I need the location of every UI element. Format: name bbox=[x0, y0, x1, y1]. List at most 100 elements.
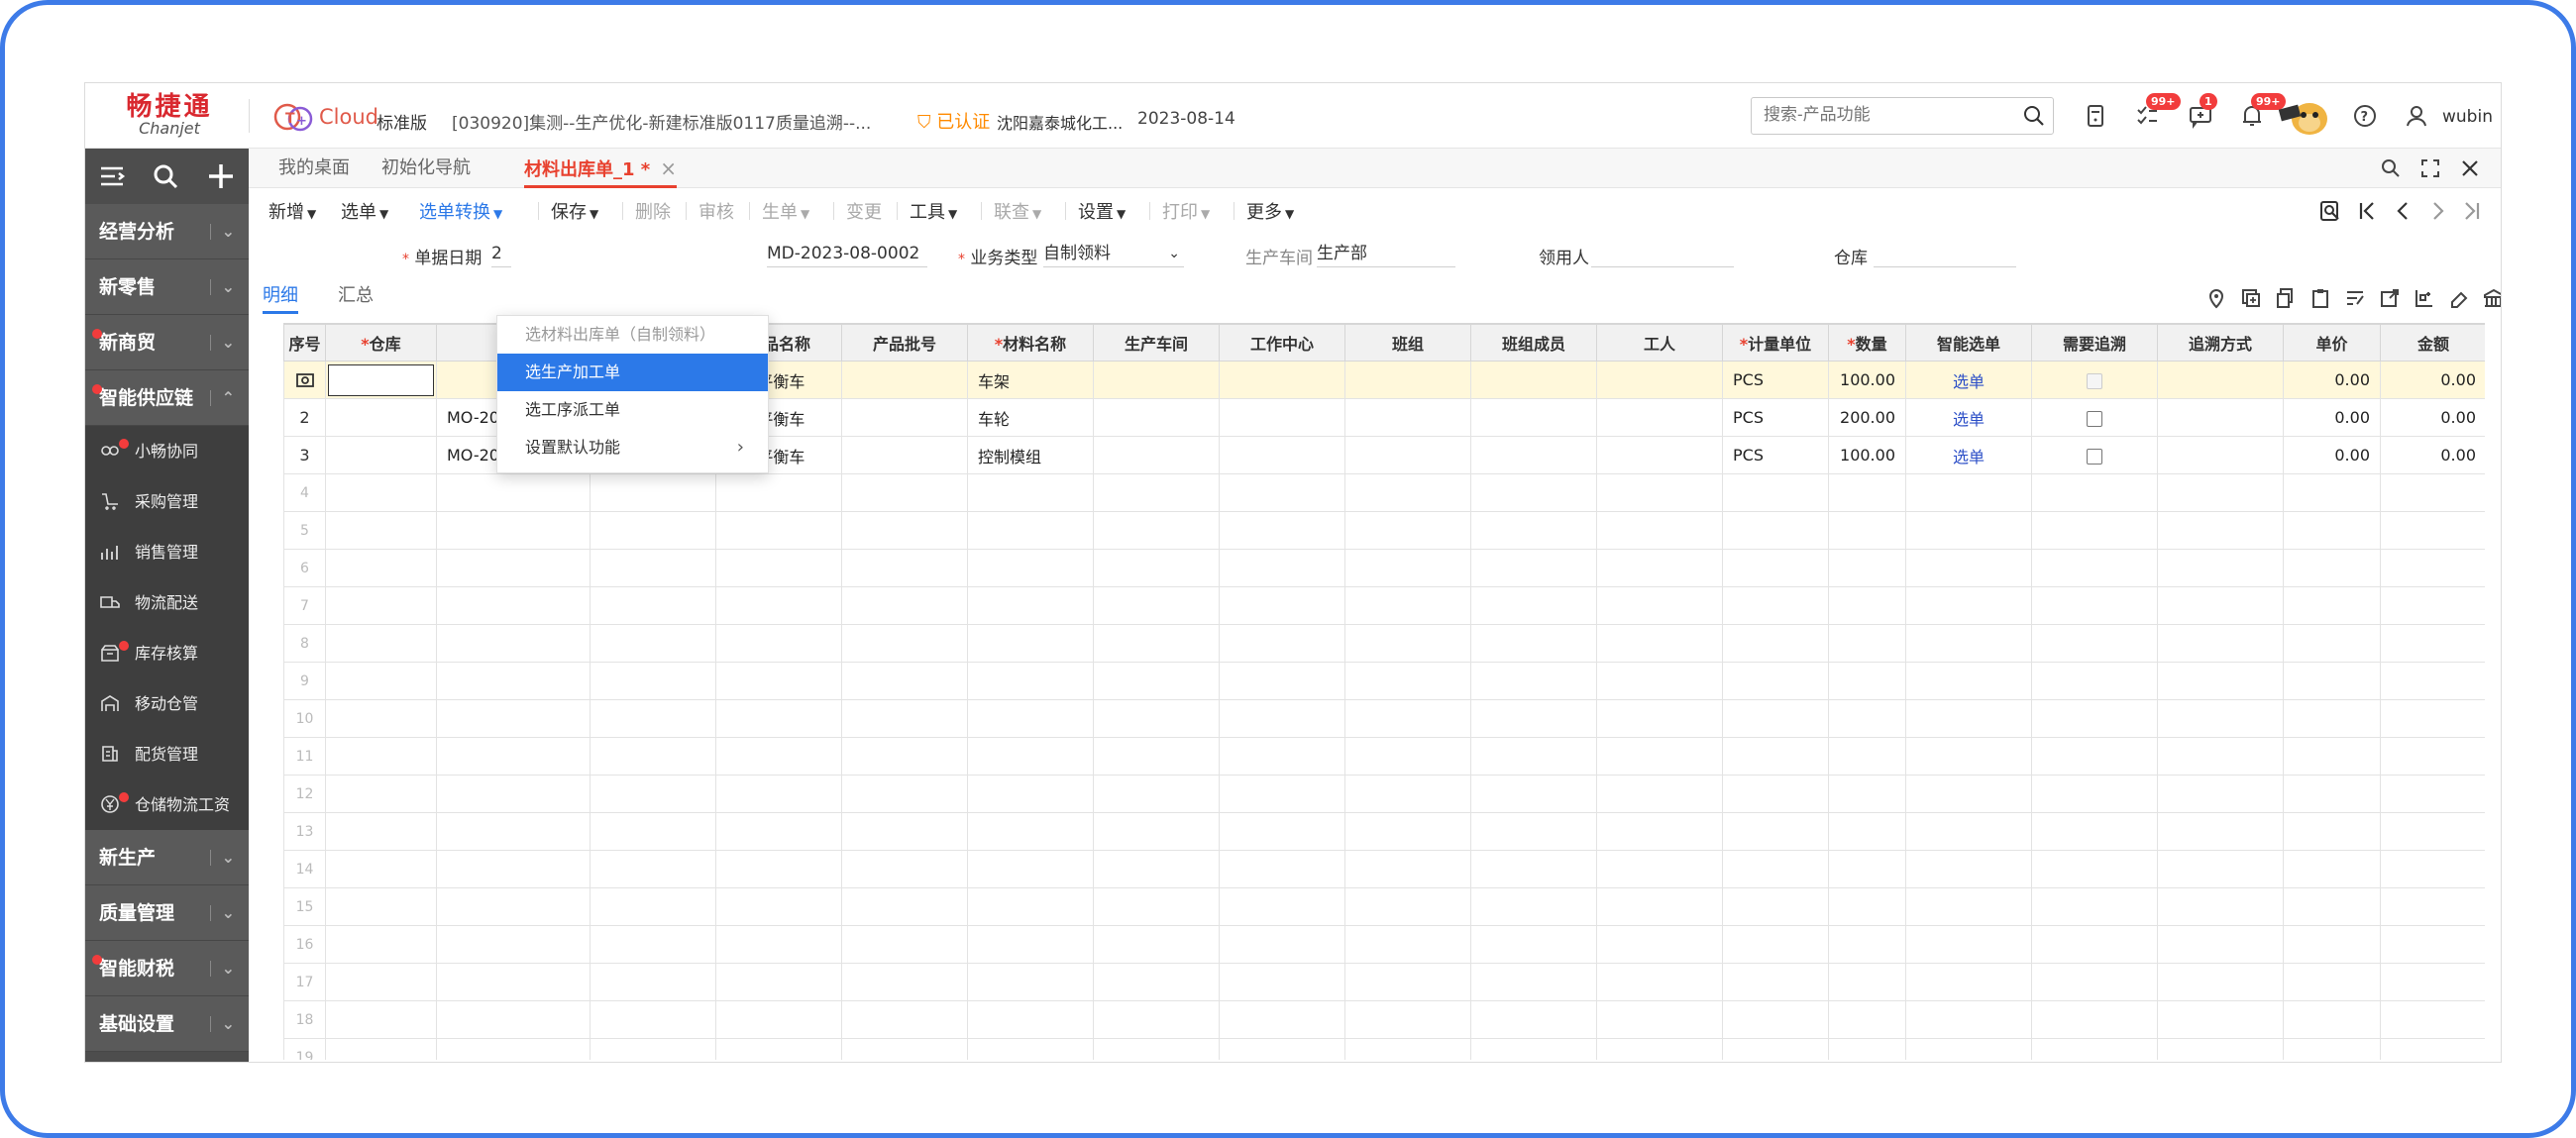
sidebar-item[interactable]: 智能财税 ⌄ bbox=[85, 941, 249, 996]
grid-cell[interactable] bbox=[841, 1038, 968, 1060]
grid-cell[interactable] bbox=[1828, 887, 1906, 926]
grid-cell[interactable] bbox=[590, 887, 716, 926]
table-row[interactable]: 5 bbox=[283, 511, 2485, 550]
grid-cell[interactable] bbox=[2157, 511, 2284, 550]
change-button[interactable]: 变更 bbox=[846, 198, 882, 224]
grid-cell[interactable] bbox=[1219, 963, 1345, 1001]
grid-cell[interactable] bbox=[2283, 812, 2381, 851]
grid-cell[interactable] bbox=[967, 473, 1094, 512]
grid-cell[interactable] bbox=[1905, 1038, 2032, 1060]
grid-cell[interactable] bbox=[436, 887, 590, 926]
grid-cell[interactable] bbox=[841, 662, 968, 700]
new-button[interactable]: 新增 ▼ bbox=[268, 198, 316, 224]
grid-cell[interactable] bbox=[1470, 662, 1597, 700]
table-row[interactable]: 14 bbox=[283, 850, 2485, 888]
grid-cell[interactable] bbox=[1596, 850, 1723, 888]
grid-cell[interactable] bbox=[841, 963, 968, 1001]
grid-cell[interactable] bbox=[967, 549, 1094, 587]
grid-cell[interactable] bbox=[1722, 511, 1829, 550]
grid-cell[interactable] bbox=[2380, 737, 2485, 776]
grid-cell[interactable] bbox=[715, 963, 842, 1001]
menu-item-set-default[interactable]: 设置默认功能 › bbox=[497, 429, 768, 466]
grid-cell[interactable] bbox=[436, 473, 590, 512]
grid-cell[interactable] bbox=[1219, 887, 1345, 926]
grid-cell[interactable] bbox=[1828, 1038, 1906, 1060]
column-header[interactable]: 追溯方式 bbox=[2157, 324, 2284, 362]
grid-cell[interactable] bbox=[590, 473, 716, 512]
grid-cell[interactable] bbox=[325, 963, 437, 1001]
grid-cell[interactable] bbox=[1470, 887, 1597, 926]
grid-cell[interactable] bbox=[715, 850, 842, 888]
filter-icon[interactable] bbox=[2344, 287, 2366, 309]
grid-cell[interactable] bbox=[841, 1000, 968, 1039]
grid-cell[interactable] bbox=[1596, 662, 1723, 700]
sidebar-item[interactable]: 质量管理 ⌄ bbox=[85, 885, 249, 941]
trace-checkbox-cell[interactable] bbox=[2031, 436, 2158, 474]
grid-cell[interactable] bbox=[590, 699, 716, 738]
grid-cell[interactable] bbox=[590, 586, 716, 625]
grid-cell[interactable] bbox=[325, 549, 437, 587]
grid-cell[interactable] bbox=[2157, 1038, 2284, 1060]
grid-cell[interactable] bbox=[325, 473, 437, 512]
grid-cell[interactable] bbox=[1596, 887, 1723, 926]
trace-checkbox[interactable] bbox=[2087, 410, 2102, 427]
grid-cell[interactable] bbox=[1219, 511, 1345, 550]
grid-cell[interactable] bbox=[2380, 775, 2485, 813]
column-header[interactable]: 工作中心 bbox=[1219, 324, 1345, 362]
grid-cell[interactable] bbox=[1470, 963, 1597, 1001]
grid-cell[interactable] bbox=[967, 925, 1094, 964]
grid-cell[interactable] bbox=[2031, 662, 2158, 700]
grid-cell[interactable] bbox=[1344, 1000, 1471, 1039]
grid-cell[interactable] bbox=[715, 549, 842, 587]
grid-cell[interactable] bbox=[2380, 549, 2485, 587]
grid-cell[interactable] bbox=[1828, 624, 1906, 663]
trace-checkbox[interactable] bbox=[2087, 372, 2102, 389]
fullscreen-icon[interactable] bbox=[2418, 156, 2442, 180]
grid-cell[interactable] bbox=[325, 662, 437, 700]
grid-cell[interactable] bbox=[2283, 549, 2381, 587]
grid-cell[interactable] bbox=[1828, 549, 1906, 587]
grid-cell[interactable] bbox=[2157, 887, 2284, 926]
row-number[interactable]: 5 bbox=[283, 511, 326, 550]
grid-cell[interactable] bbox=[2031, 624, 2158, 663]
grid-cell[interactable] bbox=[1905, 887, 2032, 926]
smart-pick-link[interactable]: 选单 bbox=[1905, 361, 2032, 399]
grid-cell[interactable] bbox=[2380, 850, 2485, 888]
grid-cell[interactable] bbox=[1470, 398, 1597, 437]
settings-button[interactable]: 设置 ▼ bbox=[1078, 198, 1126, 224]
grid-cell[interactable] bbox=[325, 624, 437, 663]
grid-cell[interactable] bbox=[590, 662, 716, 700]
grid-cell[interactable] bbox=[2157, 1000, 2284, 1039]
grid-cell[interactable] bbox=[2157, 473, 2284, 512]
grid-cell[interactable] bbox=[1219, 624, 1345, 663]
product-batch-cell[interactable] bbox=[841, 436, 968, 474]
grid-cell[interactable] bbox=[325, 1038, 437, 1060]
grid-cell[interactable] bbox=[2283, 850, 2381, 888]
grid-cell[interactable] bbox=[2157, 662, 2284, 700]
grid-cell[interactable] bbox=[436, 925, 590, 964]
grid-cell[interactable] bbox=[1828, 925, 1906, 964]
grid-cell[interactable] bbox=[2031, 775, 2158, 813]
grid-cell[interactable] bbox=[967, 624, 1094, 663]
grid-cell[interactable] bbox=[1470, 775, 1597, 813]
grid-cell[interactable] bbox=[1093, 887, 1220, 926]
grid-cell[interactable] bbox=[2031, 925, 2158, 964]
user-icon[interactable] bbox=[2404, 103, 2429, 129]
prev-record-icon[interactable] bbox=[2392, 200, 2414, 222]
unit-cell[interactable]: PCS bbox=[1722, 361, 1829, 399]
grid-cell[interactable] bbox=[2283, 1000, 2381, 1039]
grid-cell[interactable] bbox=[2380, 511, 2485, 550]
grid-cell[interactable] bbox=[2157, 925, 2284, 964]
grid-cell[interactable] bbox=[325, 1000, 437, 1039]
warehouse-field[interactable] bbox=[1874, 240, 2016, 267]
grid-cell[interactable] bbox=[967, 775, 1094, 813]
chanjet-logo[interactable]: 畅捷通 Chanjet bbox=[115, 93, 224, 139]
row-number[interactable]: 7 bbox=[283, 586, 326, 625]
row-number[interactable]: 18 bbox=[283, 1000, 326, 1039]
warehouse-input[interactable] bbox=[328, 363, 434, 396]
material-name-cell[interactable]: 控制模组 bbox=[967, 436, 1094, 474]
sidebar-item[interactable]: 基础设置 ⌄ bbox=[85, 996, 249, 1052]
grid-cell[interactable] bbox=[1828, 812, 1906, 851]
grid-cell[interactable] bbox=[1344, 775, 1471, 813]
sidebar-subitem[interactable]: 移动仓管 bbox=[85, 678, 249, 729]
